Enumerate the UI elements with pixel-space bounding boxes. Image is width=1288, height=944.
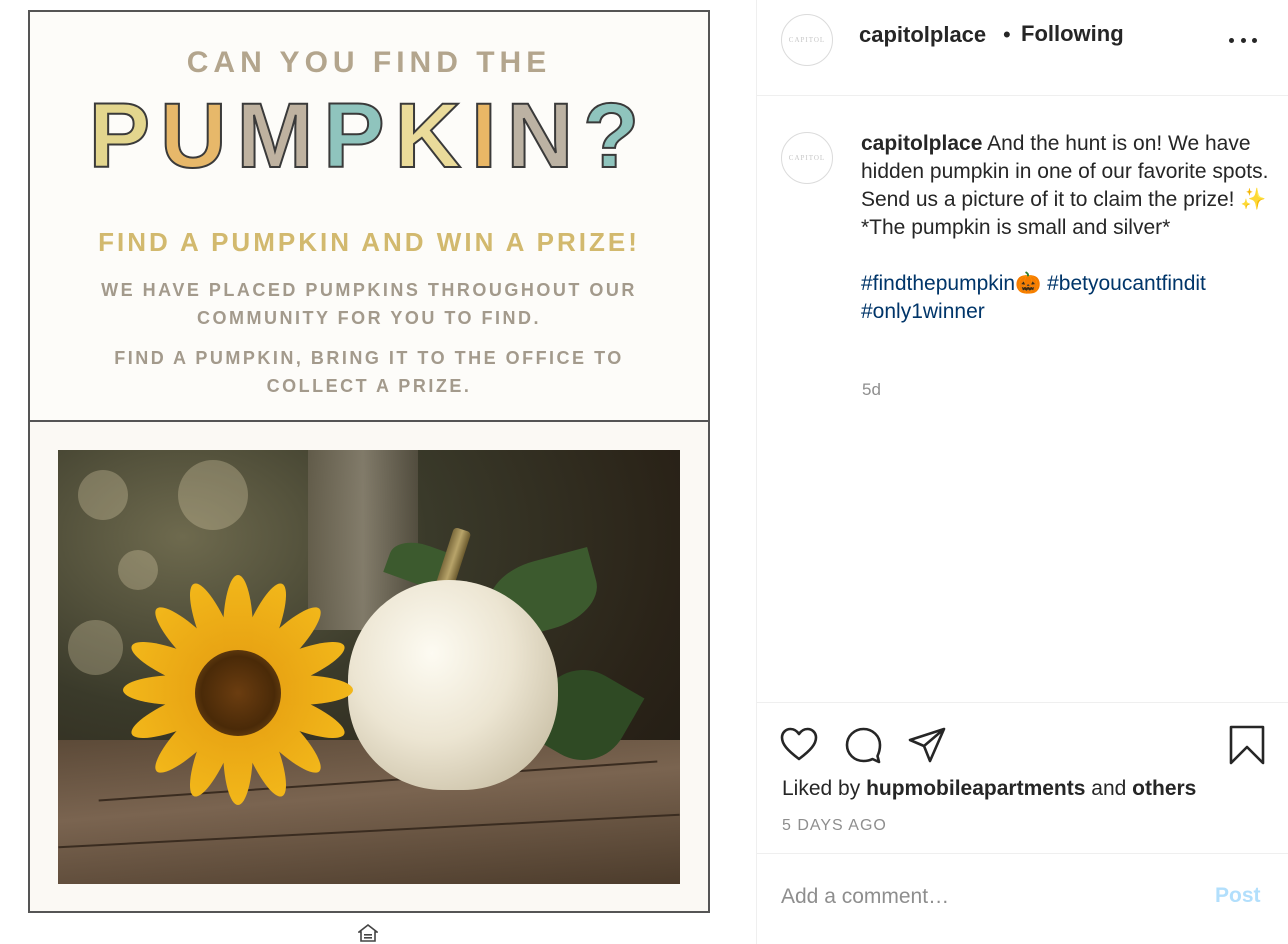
caption-avatar-logo-text: CAPITOL <box>788 154 826 162</box>
liked-by-user[interactable]: hupmobileapartments <box>866 777 1085 800</box>
caption-timestamp[interactable]: 5d <box>862 380 881 400</box>
post-comment-button[interactable]: Post <box>1215 884 1261 908</box>
liked-by-text: Liked by hupmobileapartments and others <box>782 777 1196 801</box>
post-header: CAPITOL capitolplace • Following <box>757 0 1288 96</box>
flyer-title-letter: K <box>394 85 472 187</box>
flyer-title-letter: M <box>236 85 324 187</box>
header-username[interactable]: capitolplace <box>859 22 986 48</box>
flyer-text-panel: CAN YOU FIND THE PUMPKIN? FIND A PUMPKIN… <box>30 12 708 422</box>
caption-username[interactable]: capitolplace <box>861 132 982 155</box>
flyer-paragraph-1: WE HAVE PLACED PUMPKINS THROUGHOUT OUR C… <box>101 280 637 328</box>
caption-line2: *The pumpkin is small and silver* <box>861 216 1171 239</box>
flyer-title-letter: I <box>470 85 507 187</box>
avatar-logo-text: CAPITOL <box>788 36 826 44</box>
flyer-line1: CAN YOU FIND THE <box>186 46 552 79</box>
hashtag-link[interactable]: #findthepumpkin🎃 <box>861 272 1041 295</box>
heart-icon[interactable] <box>779 725 819 765</box>
flyer-paragraph-2: FIND A PUMPKIN, BRING IT TO THE OFFICE T… <box>114 348 624 396</box>
flyer-subtitle: FIND A PUMPKIN AND WIN A PRIZE! <box>98 227 640 257</box>
more-horizontal-icon[interactable] <box>1229 36 1257 44</box>
hashtag-list: #findthepumpkin🎃 #betyoucantfindit #only… <box>861 270 1271 326</box>
liked-by-others[interactable]: others <box>1132 777 1196 800</box>
flyer-title-letter: ? <box>582 85 650 187</box>
following-button[interactable]: Following <box>1021 21 1124 47</box>
bookmark-icon[interactable] <box>1227 725 1267 765</box>
actions-section: Liked by hupmobileapartments and others … <box>757 702 1288 854</box>
equal-housing-icon <box>358 924 378 942</box>
comment-icon[interactable] <box>843 725 883 765</box>
flyer-title-letter: P <box>322 85 395 187</box>
caption-section: CAPITOL capitolplace And the hunt is on!… <box>757 96 1288 702</box>
caption-text: capitolplace And the hunt is on! We have… <box>861 130 1271 326</box>
flyer-title-letter: U <box>159 85 237 187</box>
liked-by-and: and <box>1091 777 1127 800</box>
header-separator: • <box>1003 22 1011 47</box>
post-media[interactable]: CAN YOU FIND THE PUMPKIN? FIND A PUMPKIN… <box>0 0 756 944</box>
flyer-title-letter: P <box>88 85 161 187</box>
caption-avatar[interactable]: CAPITOL <box>781 132 833 184</box>
avatar[interactable]: CAPITOL <box>781 14 833 66</box>
comment-row: Post <box>757 854 1288 944</box>
post-time-ago[interactable]: 5 DAYS AGO <box>782 817 887 835</box>
pumpkin-sunflower-photo <box>58 450 680 884</box>
flyer-title-letter: N <box>506 85 584 187</box>
hashtag-link[interactable]: #betyoucantfindit <box>1047 272 1206 295</box>
share-icon[interactable] <box>907 725 947 765</box>
liked-by-prefix: Liked by <box>782 777 861 800</box>
flyer-title: PUMPKIN? <box>30 89 708 183</box>
flyer-image: CAN YOU FIND THE PUMPKIN? FIND A PUMPKIN… <box>28 10 710 913</box>
post-side-panel: CAPITOL capitolplace • Following CAPITOL… <box>756 0 1288 944</box>
comment-input[interactable] <box>781 880 1181 914</box>
hashtag-link[interactable]: #only1winner <box>861 300 985 323</box>
